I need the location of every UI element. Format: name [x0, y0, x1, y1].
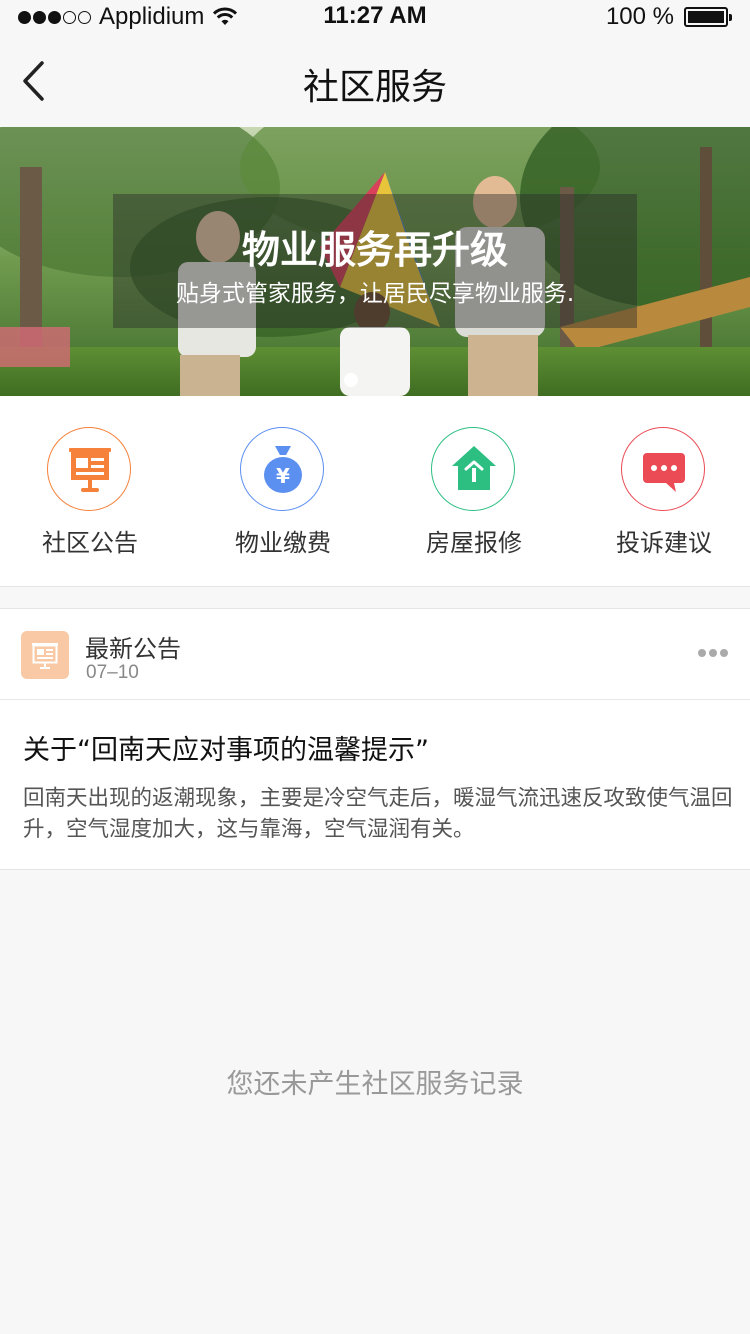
service-announcement[interactable]: 社区公告	[0, 427, 185, 557]
notice-body: 回南天出现的返潮现象，主要是冷空气走后，暖湿气流迅速反攻致使气温回升，空气湿度加…	[23, 786, 733, 842]
navigation-bar: 社区服务	[0, 34, 750, 127]
notice-title: 关于“回南天应对事项的温馨提示”	[23, 735, 429, 766]
battery-percent: 100 %	[605, 3, 674, 30]
notice-board-icon	[21, 631, 69, 679]
service-label: 社区公告	[42, 529, 138, 557]
page-title: 社区服务	[302, 67, 447, 108]
service-repair[interactable]: 房屋报修	[379, 427, 569, 557]
service-label: 物业缴费	[235, 529, 331, 557]
battery-icon	[684, 7, 732, 27]
banner-subtitle: 贴身式管家服务，让居民尽享物业服务.	[175, 281, 575, 307]
promo-banner[interactable]: 物业服务再升级 贴身式管家服务，让居民尽享物业服务.	[0, 127, 750, 396]
svg-text:¥: ¥	[276, 464, 290, 488]
more-options-icon[interactable]	[698, 649, 728, 659]
service-label: 房屋报修	[426, 529, 522, 557]
latest-notice-card[interactable]: 最新公告 07–10 关于“回南天应对事项的温馨提示” 回南天出现的返潮现象，主…	[0, 608, 750, 870]
chat-bubble-icon	[621, 427, 705, 511]
notice-section-title: 最新公告	[85, 635, 181, 663]
status-bar: Applidium 11:27 AM 100 %	[0, 0, 750, 34]
service-label: 投诉建议	[616, 529, 712, 557]
house-repair-icon	[431, 427, 515, 511]
empty-state-message: 您还未产生社区服务记录	[226, 1069, 524, 1100]
announcement-board-icon	[47, 427, 131, 511]
notice-date: 07–10	[86, 662, 139, 683]
banner-title: 物业服务再升级	[241, 228, 508, 272]
service-payment[interactable]: ¥ 物业缴费	[188, 427, 378, 557]
money-bag-icon: ¥	[240, 427, 324, 511]
service-complaint[interactable]: 投诉建议	[569, 427, 750, 557]
carousel-indicator[interactable]	[344, 373, 358, 387]
battery-status: 100 %	[605, 2, 732, 32]
service-grid: 社区公告 ¥ 物业缴费 房屋报修 投诉建议	[0, 396, 750, 587]
divider	[0, 699, 750, 700]
